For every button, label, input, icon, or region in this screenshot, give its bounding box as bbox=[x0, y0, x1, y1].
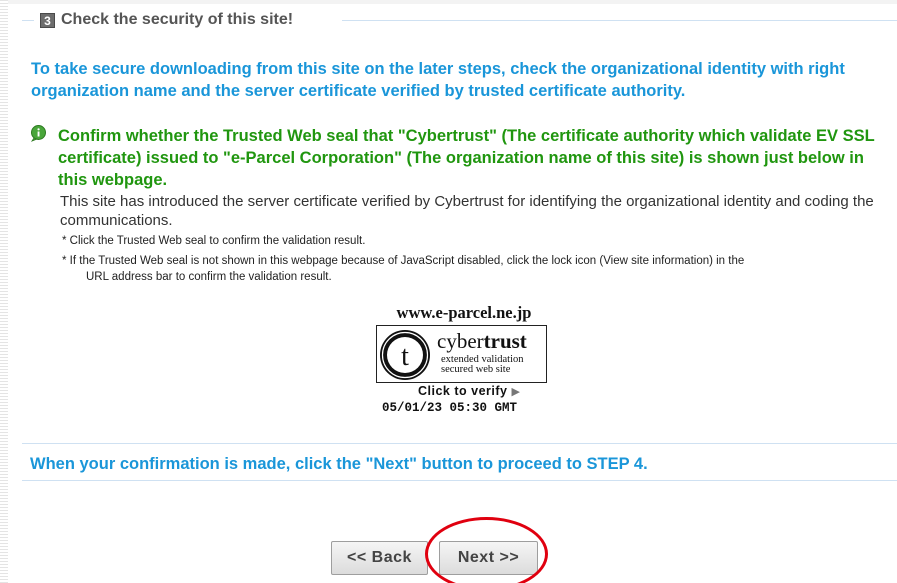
confirm-description: This site has introduced the server cert… bbox=[60, 193, 874, 229]
seal-brand: cybertrust bbox=[437, 330, 527, 352]
seal-secured-line: secured web site bbox=[441, 364, 511, 375]
fieldset-border-right bbox=[342, 20, 897, 21]
svg-text:t: t bbox=[401, 341, 409, 372]
note-javascript-disabled-line1: * If the Trusted Web seal is not shown i… bbox=[62, 255, 745, 267]
divider-bottom bbox=[22, 480, 897, 481]
divider-top bbox=[22, 443, 897, 444]
seal-brand-bold: trust bbox=[483, 329, 527, 353]
top-strip bbox=[8, 0, 897, 4]
step-title: Check the security of this site! bbox=[61, 11, 294, 28]
note-javascript-disabled-line2: URL address bar to confirm the validatio… bbox=[86, 271, 332, 283]
step-legend: 3 Check the security of this site! bbox=[40, 11, 293, 29]
play-arrow-icon: ▶ bbox=[511, 386, 521, 398]
info-bubble-icon bbox=[30, 125, 46, 142]
seal-brand-light: cyber bbox=[437, 329, 484, 353]
click-to-verify-link[interactable]: Click to verify ▶ bbox=[418, 384, 520, 398]
left-scroll-edge bbox=[0, 0, 8, 583]
next-instruction: When your confirmation is made, click th… bbox=[30, 455, 648, 473]
seal-badge[interactable]: t cybertrust extended validation secured… bbox=[376, 325, 547, 383]
intro-text: To take secure downloading from this sit… bbox=[31, 60, 845, 100]
note-click-seal: * Click the Trusted Web seal to confirm … bbox=[62, 235, 366, 247]
seal-timestamp: 05/01/23 05:30 GMT bbox=[382, 401, 518, 415]
next-button[interactable]: Next >> bbox=[439, 541, 538, 575]
fieldset-border-left bbox=[22, 20, 34, 21]
note-javascript-disabled: * If the Trusted Web seal is not shown i… bbox=[62, 253, 892, 285]
verify-label: Click to verify bbox=[418, 384, 508, 398]
confirm-heading: Confirm whether the Trusted Web seal tha… bbox=[58, 127, 875, 189]
seal-domain: www.e-parcel.ne.jp bbox=[396, 303, 532, 322]
step-number-badge: 3 bbox=[40, 12, 55, 28]
back-button[interactable]: << Back bbox=[331, 541, 428, 575]
download-step-page: 3 Check the security of this site! To ta… bbox=[0, 0, 897, 583]
trusted-web-seal[interactable]: www.e-parcel.ne.jp t cybertrust extended… bbox=[374, 303, 559, 385]
cybertrust-logo-icon: t bbox=[380, 330, 430, 380]
